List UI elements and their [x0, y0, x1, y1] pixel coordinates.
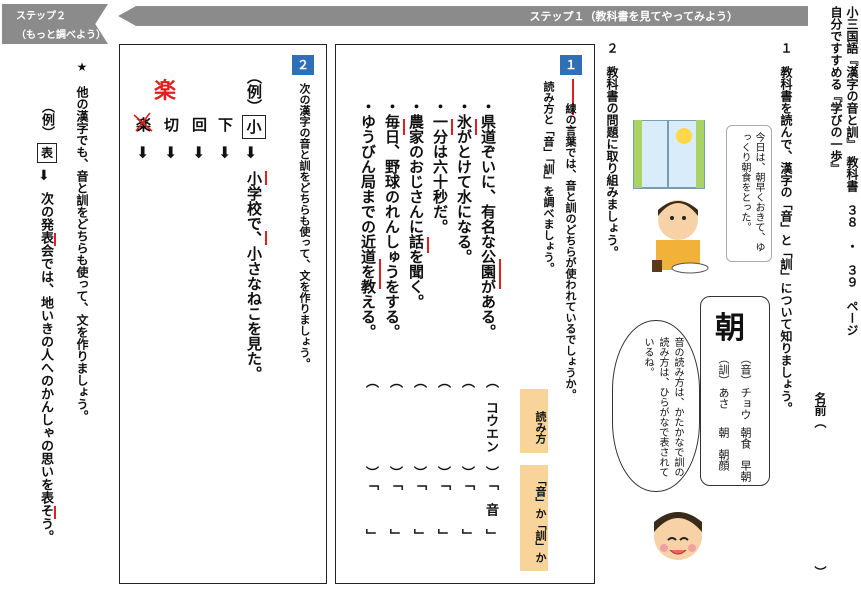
on-reading: チョウ [739, 387, 752, 420]
boy-face-illustration [654, 512, 702, 560]
name-label: 名前（ [813, 392, 827, 428]
kanji-item-1: 下 [218, 116, 234, 134]
sentence-3: ・一分は六十秒だ。 [431, 99, 449, 234]
on-label: （音） [739, 353, 752, 386]
step2-example-label: （例） [39, 100, 54, 139]
speech-bubble: 音の読み方は、かたかなで訓の読み方は、ひらがなで表されているね。 [612, 320, 700, 492]
answer-reading-5[interactable]: （ ） [384, 375, 404, 479]
kanji-card: 朝 （音） チョウ 朝食 早朝 （訓） あさ 朝 朝顔 [700, 296, 770, 486]
exercise-box-2: ２ 次の漢字の音と訓をどちらも使って、文を作りましょう。 （例） 小 ⬇ 小学校… [119, 44, 327, 584]
step1-title: ステップ１（教科書を見てやってみよう） [529, 10, 738, 23]
sentence-4: ・農家のおじさんに話を聞く。 [407, 99, 425, 309]
step2-mark-1 [54, 233, 56, 246]
example-arrow: ⬇ [244, 143, 258, 162]
sentence-2: ・氷がとけて水になる。 [455, 99, 473, 264]
exercise-1-badge: １ [560, 55, 582, 75]
answer-type-3[interactable]: 「 」 [432, 477, 452, 542]
worksheet-subtitle: 小三国語『漢字の音と訓』 教科書 ３８ ・ ３９ ページ [845, 6, 859, 336]
section1-text: １ 教科書を読んで、漢字の「音」と「訓」について知りましょう。 [779, 42, 793, 414]
sentence-1: ・県道ぞいに、有名な公園がある。 [479, 99, 497, 339]
name-close: ） [813, 566, 827, 578]
arrow-4: ⬇ [136, 143, 150, 162]
kanji-card-kanji: 朝 [715, 311, 745, 346]
step2-subtitle: （もっと調べよう） [16, 30, 106, 41]
exercise-1-instruction-1: 線の言葉では、音と訓のどちらが使われているでしょうか。 [564, 81, 577, 400]
exercise-1-instruction-2: 読み方と「音」「訓」を調べましょう。 [542, 81, 555, 274]
step2-mark-2 [54, 506, 56, 519]
answer-type-5[interactable]: 「 」 [384, 477, 404, 542]
kanji-item-3: 切 [164, 116, 180, 134]
arrow-1: ⬇ [218, 143, 232, 162]
exercise-2-instruction: 次の漢字の音と訓をどちらも使って、文を作りましょう。 [298, 83, 311, 369]
answer-type-2[interactable]: 「 」 [456, 477, 476, 542]
exercise-box-1: １ 線の言葉では、音と訓のどちらが使われているでしょうか。 読み方と「音」「訓」… [335, 44, 595, 584]
answer-reading-1[interactable]: （ コウエン ） [480, 375, 500, 479]
mark-3 [451, 119, 453, 135]
kun-examples: 朝 朝顔 [717, 427, 730, 471]
step2-title: ステップ２ [16, 11, 66, 22]
arrow-3: ⬇ [164, 143, 178, 162]
step2-arrow: ⬇ [38, 168, 50, 184]
picture-caption: 今日は、朝早くおきて、ゆっくり朝食をとった。 [739, 132, 764, 252]
step2-example-sentence: 次の発表会では、地いきの人へのかんしゃの思いを表そう。 [38, 192, 53, 543]
strike-icon [133, 112, 153, 132]
example-label: （例） [245, 69, 263, 114]
kanji-item-2: 回 [192, 116, 208, 134]
caption-box: 今日は、朝早くおきて、ゆっくり朝食をとった。 [726, 125, 772, 262]
mark-4 [427, 237, 429, 253]
example-mark-2 [265, 231, 267, 245]
step2-example-kanji: 表 [37, 143, 57, 163]
example-sentence: 小学校で、小さなねこを見た。 [245, 171, 263, 381]
example-mark-1 [265, 171, 267, 185]
section2-intro: ２ 教科書の問題に取り組みましょう。 [605, 42, 619, 258]
answer-reading-2[interactable]: （ ） [456, 375, 476, 479]
type-header: 「音」か「訓」か [520, 465, 548, 571]
exercise-2-badge: ２ [292, 55, 314, 75]
mark-5 [403, 119, 405, 135]
step2-instruction: ★ 他の漢字でも、音と訓をどちらも使って、文を作りましょう。 [75, 60, 89, 422]
answer-type-1[interactable]: 「 音 」 [480, 477, 500, 542]
answer-reading-3[interactable]: （ ） [432, 375, 452, 479]
reading-header: 読み方 [520, 389, 548, 453]
on-examples: 朝食 早朝 [739, 427, 752, 482]
answer-reading-4[interactable]: （ ） [408, 375, 428, 479]
sentence-6: ・ゆうびん局までの近道を教える。 [359, 99, 377, 339]
kun-reading: あさ [717, 387, 730, 409]
kun-label: （訓） [717, 353, 730, 386]
arrow-2: ⬇ [192, 143, 206, 162]
mark-6 [379, 259, 381, 289]
answer-type-6[interactable]: 「 」 [360, 477, 380, 542]
red-kanji: 楽 [154, 79, 177, 104]
answer-reading-6[interactable]: （ ） [360, 375, 380, 479]
sentence-5: ・毎日、野球のれんしゅうをする。 [383, 99, 401, 339]
answer-type-4[interactable]: 「 」 [408, 477, 428, 542]
worksheet-title: 自分ですすめる『学びの一歩』 [829, 6, 843, 174]
boy-eating-illustration [633, 120, 709, 274]
example-kanji-box: 小 [242, 115, 266, 139]
step1-banner: ステップ１（教科書を見てやってみよう） [118, 6, 808, 26]
mark-1 [499, 259, 501, 289]
mark-2 [475, 119, 477, 135]
step2-banner: ステップ２ （もっと調べよう） [2, 4, 108, 44]
speech-text: 音の読み方は、かたかなで訓の読み方は、ひらがなで表されているね。 [642, 337, 683, 477]
